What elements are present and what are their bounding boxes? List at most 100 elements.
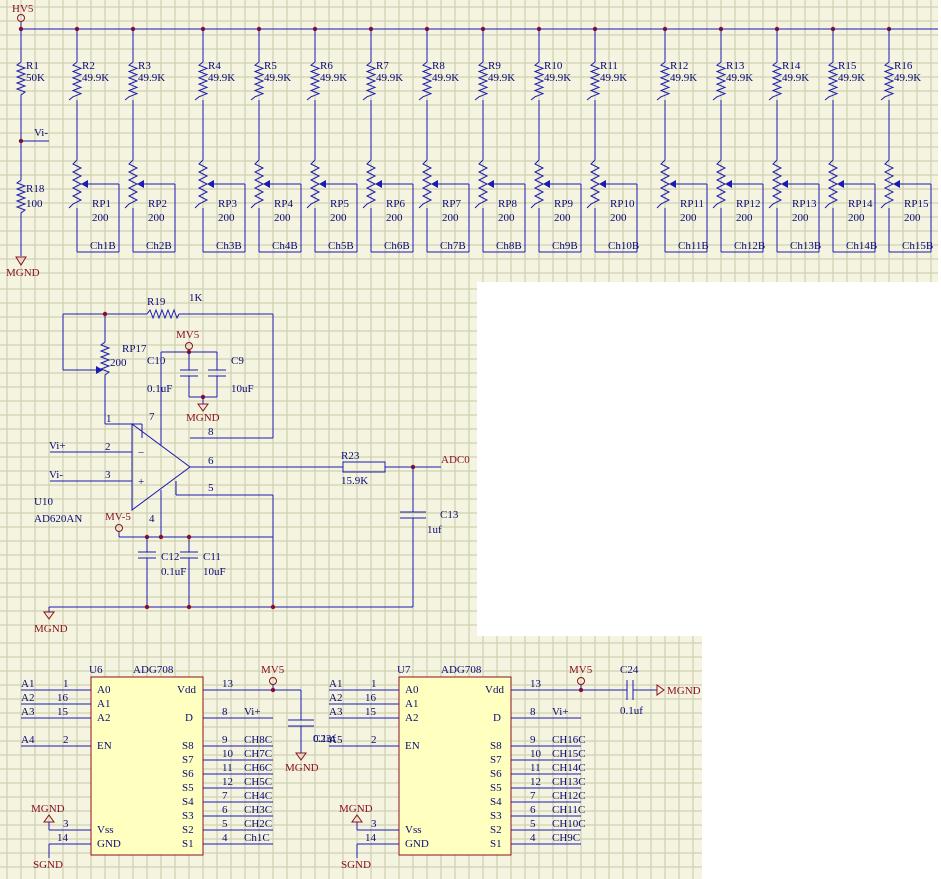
channel-resistor-ref: R9 bbox=[488, 60, 501, 72]
channel-resistor-ref: R5 bbox=[264, 60, 277, 72]
channel-pot-ref: RP5 bbox=[330, 198, 349, 210]
mux-pin-name: S4 bbox=[490, 796, 502, 808]
c11-value: 10uF bbox=[203, 566, 226, 578]
amp-pin-7: 7 bbox=[149, 411, 155, 423]
mux-pin-name: A0 bbox=[405, 684, 419, 696]
mgnd-amp-label: MGND bbox=[186, 412, 220, 424]
channel-pot-value: 200 bbox=[498, 212, 515, 224]
channel-net-label: Ch15B bbox=[902, 240, 933, 252]
channel-pot-value: 200 bbox=[218, 212, 235, 224]
channel-resistor-value: 49.9K bbox=[82, 72, 109, 84]
channel-net-label: Ch9B bbox=[552, 240, 578, 252]
vi-minus-input-label: Vi- bbox=[49, 469, 63, 481]
u10-part: AD620AN bbox=[34, 513, 82, 525]
mux-pin-number: 12 bbox=[530, 776, 541, 788]
mux-address-net: A1 bbox=[21, 678, 34, 690]
svg-text:−: − bbox=[138, 447, 144, 459]
channel-resistor-value: 49.9K bbox=[320, 72, 347, 84]
channel-pot-ref: RP12 bbox=[736, 198, 760, 210]
mux-pin-number: 14 bbox=[365, 832, 377, 844]
mux-pin-number: 6 bbox=[530, 804, 536, 816]
mux-pin-name: A2 bbox=[97, 712, 110, 724]
mux-pin-name: EN bbox=[405, 740, 420, 752]
mux-channel-net: CH9C bbox=[552, 832, 580, 844]
amp-pin-2: 2 bbox=[105, 441, 111, 453]
channel-pot-ref: RP1 bbox=[92, 198, 111, 210]
mux-channel-net: Vi+ bbox=[244, 706, 261, 718]
channel-resistor-value: 49.9K bbox=[432, 72, 459, 84]
mux-pin-number: 8 bbox=[222, 706, 228, 718]
mux-pin-name: GND bbox=[405, 838, 429, 850]
mux-pin-name: Vss bbox=[97, 824, 114, 836]
mux-pin-number: 3 bbox=[371, 818, 377, 830]
c24-mgnd-label: MGND bbox=[667, 685, 701, 697]
channel-resistor-value: 49.9K bbox=[544, 72, 571, 84]
channel-pot-ref: RP10 bbox=[610, 198, 635, 210]
mux-pin-name: D bbox=[493, 712, 501, 724]
channel-pot-value: 200 bbox=[386, 212, 403, 224]
channel-net-label: Ch3B bbox=[216, 240, 242, 252]
mux-address-net: A3 bbox=[329, 706, 343, 718]
channel-resistor-ref: R15 bbox=[838, 60, 857, 72]
amp-pin-1: 1 bbox=[106, 413, 112, 425]
channel-resistor-value: 49.9K bbox=[600, 72, 627, 84]
r1-value: 50K bbox=[26, 72, 45, 84]
channel-resistor-value: 49.9K bbox=[208, 72, 235, 84]
c12-ref: C12 bbox=[161, 551, 179, 563]
channel-pot-ref: RP4 bbox=[274, 198, 293, 210]
mux-channel-net: CH3C bbox=[244, 804, 272, 816]
channel-pot-ref: RP6 bbox=[386, 198, 405, 210]
mux-pin-number: 5 bbox=[222, 818, 228, 830]
mux-address-net: A5 bbox=[329, 734, 343, 746]
mux-channel-net: Vi+ bbox=[552, 706, 569, 718]
mv-minus5-label: MV-5 bbox=[105, 511, 131, 523]
mux-channel-net: CH14C bbox=[552, 762, 586, 774]
mux-pin-number: 14 bbox=[57, 832, 69, 844]
mux-channel-net: CH13C bbox=[552, 776, 586, 788]
channel-net-label: Ch4B bbox=[272, 240, 298, 252]
channel-resistor-ref: R3 bbox=[138, 60, 151, 72]
channel-pot-ref: RP3 bbox=[218, 198, 237, 210]
mux-address-net: A1 bbox=[329, 678, 342, 690]
c23-mgnd-label: MGND bbox=[285, 762, 319, 774]
mux-address-net: A4 bbox=[21, 734, 35, 746]
mux-sgnd-label: SGND bbox=[33, 859, 63, 871]
channel-pot-value: 200 bbox=[330, 212, 347, 224]
mux-pin-number: 16 bbox=[365, 692, 377, 704]
amp-pin-6: 6 bbox=[208, 455, 214, 467]
channel-pot-ref: RP11 bbox=[680, 198, 704, 210]
amp-pin-3: 3 bbox=[105, 469, 111, 481]
mux-pin-name: S3 bbox=[490, 810, 502, 822]
mux-pin-number: 13 bbox=[530, 678, 542, 690]
channel-pot-value: 200 bbox=[274, 212, 291, 224]
mux-part: ADG708 bbox=[133, 664, 174, 676]
mux-pin-name: S6 bbox=[490, 768, 502, 780]
mux-pin-number: 6 bbox=[222, 804, 228, 816]
channel-pot-ref: RP13 bbox=[792, 198, 817, 210]
mux-pin-number: 10 bbox=[530, 748, 542, 760]
mux-pin-name: A0 bbox=[97, 684, 111, 696]
channel-net-label: Ch7B bbox=[440, 240, 466, 252]
mux-channel-net: CH11C bbox=[552, 804, 585, 816]
r18-ref: R18 bbox=[26, 183, 45, 195]
c9-ref: C9 bbox=[231, 355, 244, 367]
mux-pin-name: EN bbox=[97, 740, 112, 752]
mux-pin-name: D bbox=[185, 712, 193, 724]
r19-value: 1K bbox=[189, 292, 203, 304]
c10-value: 0.1uF bbox=[147, 383, 172, 395]
u10-ref: U10 bbox=[34, 496, 53, 508]
mux-channel-net: CH4C bbox=[244, 790, 272, 802]
channel-pot-ref: RP7 bbox=[442, 198, 461, 210]
channel-resistor-ref: R12 bbox=[670, 60, 688, 72]
mux-pin-number: 2 bbox=[371, 734, 377, 746]
mux-channel-net: CH15C bbox=[552, 748, 586, 760]
amp-pin-8: 8 bbox=[208, 426, 214, 438]
r18-value: 100 bbox=[26, 198, 43, 210]
mux-pin-name: S1 bbox=[490, 838, 502, 850]
channel-pot-value: 200 bbox=[148, 212, 165, 224]
mux-pin-number: 2 bbox=[63, 734, 69, 746]
channel-resistor-ref: R10 bbox=[544, 60, 563, 72]
channel-resistor-value: 49.9K bbox=[670, 72, 697, 84]
mux-cap-value: 0.1uf bbox=[620, 705, 643, 717]
mux-cap-ref: C24 bbox=[620, 664, 639, 676]
